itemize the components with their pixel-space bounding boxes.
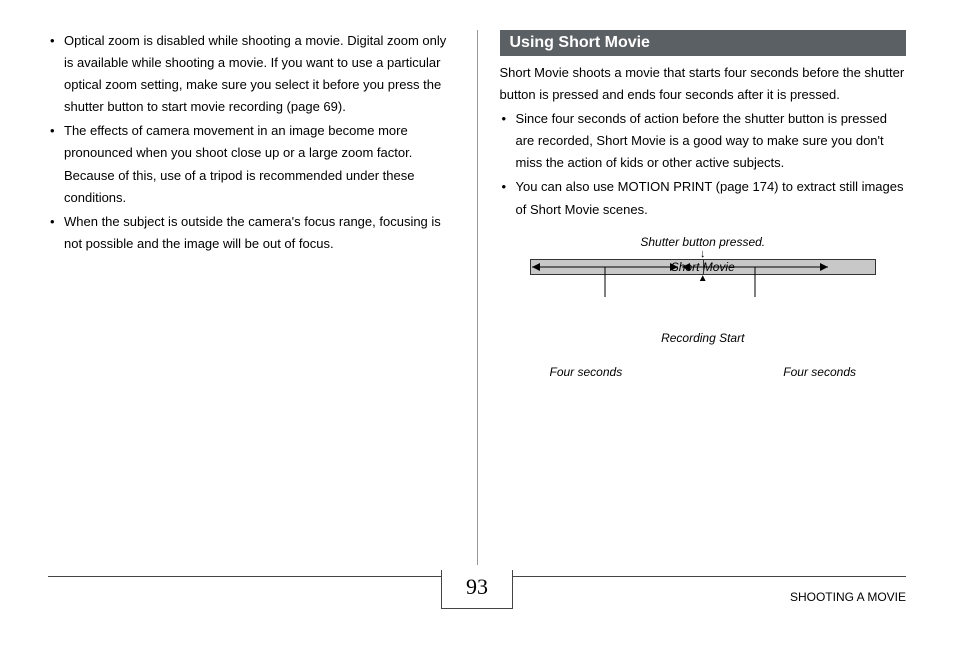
diagram-right-span-label: Four seconds — [783, 365, 856, 379]
list-item: When the subject is outside the camera's… — [48, 211, 455, 255]
right-bullet-list: Since four seconds of action before the … — [500, 108, 907, 220]
span-arrows-icon — [530, 257, 830, 305]
right-column: Using Short Movie Short Movie shoots a m… — [482, 30, 907, 565]
footer-chapter-title: SHOOTING A MOVIE — [790, 590, 906, 604]
two-column-layout: Optical zoom is disabled while shooting … — [48, 30, 906, 565]
section-header: Using Short Movie — [500, 30, 907, 56]
diagram-left-span-label: Four seconds — [550, 365, 623, 379]
list-item: The effects of camera movement in an ima… — [48, 120, 455, 208]
section-intro: Short Movie shoots a movie that starts f… — [500, 62, 907, 106]
manual-page: Optical zoom is disabled while shooting … — [0, 0, 954, 646]
list-item: Since four seconds of action before the … — [500, 108, 907, 174]
list-item: Optical zoom is disabled while shooting … — [48, 30, 455, 118]
column-divider — [477, 30, 478, 565]
diagram-span-labels: Four seconds Four seconds — [550, 365, 857, 379]
left-bullet-list: Optical zoom is disabled while shooting … — [48, 30, 455, 255]
short-movie-diagram: Shutter button pressed. ↓ Short Movie — [500, 235, 907, 379]
diagram-recording-start-label: Recording Start — [500, 331, 907, 345]
page-number: 93 — [441, 570, 513, 609]
diagram-top-label: Shutter button pressed. — [500, 235, 907, 249]
list-item: You can also use MOTION PRINT (page 174)… — [500, 176, 907, 220]
diagram-tick-end — [875, 259, 876, 275]
diagram-arrows-row: ▲ — [530, 275, 877, 305]
left-column: Optical zoom is disabled while shooting … — [48, 30, 473, 565]
up-triangle-icon: ▲ — [698, 273, 708, 284]
